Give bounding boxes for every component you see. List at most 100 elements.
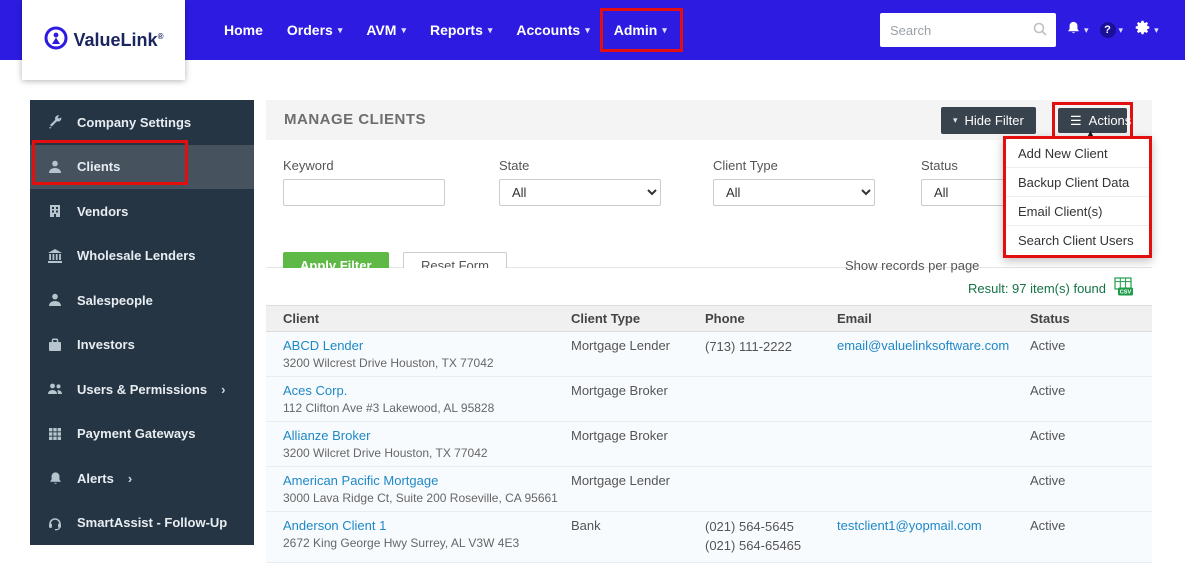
nav-home[interactable]: Home <box>212 0 275 60</box>
actions-label: Actions <box>1088 113 1132 128</box>
phone-cell: (713) 111-2222 <box>705 338 837 370</box>
help-icon: ? <box>1099 22 1116 38</box>
sidebar-item-label: Payment Gateways <box>77 426 196 442</box>
nav-orders-label: Orders <box>286 22 333 38</box>
nav-admin[interactable]: Admin ▾ <box>602 0 679 60</box>
nav-admin-label: Admin <box>613 22 658 38</box>
sidebar-item-payment-gateways[interactable]: Payment Gateways <box>30 412 254 457</box>
phone-cell <box>705 428 837 460</box>
main-nav: Home Orders ▾ AVM ▾ Reports ▾ Accounts ▾ Adm… <box>212 0 683 60</box>
sidebar-item-label: Vendors <box>77 203 129 219</box>
search-input[interactable] <box>880 13 1056 47</box>
person-icon <box>46 292 64 308</box>
users-icon <box>46 381 64 397</box>
keypad-icon <box>46 426 64 442</box>
table-row: American Pacific Mortgage 3000 Lava Ridg… <box>266 467 1152 512</box>
nav-accounts[interactable]: Accounts ▾ <box>504 0 601 60</box>
column-header-status: Status <box>1030 311 1070 326</box>
search-box <box>880 13 1056 47</box>
bell-icon <box>46 471 64 486</box>
settings-button[interactable]: ▾ <box>1134 19 1159 41</box>
client-name-link[interactable]: ABCD Lender <box>283 338 363 353</box>
client-type-cell: Bank <box>571 518 601 533</box>
brand-name: ValueLink® <box>73 29 164 50</box>
csv-export-icon[interactable]: CSV <box>1114 277 1136 301</box>
gear-icon <box>1134 19 1151 41</box>
headset-icon <box>46 515 64 531</box>
client-type-cell: Mortgage Broker <box>571 383 668 398</box>
hide-filter-button[interactable]: ▾ Hide Filter <box>941 107 1036 134</box>
client-cell: ABCD Lender 3200 Wilcrest Drive Houston,… <box>283 338 571 370</box>
client-name-link[interactable]: Aces Corp. <box>283 383 347 398</box>
hamburger-icon: ☰ <box>1070 112 1082 128</box>
nav-avm-label: AVM <box>366 22 397 38</box>
state-label: State <box>499 158 530 173</box>
brand-logo[interactable]: ValueLink® <box>22 0 185 80</box>
menu-item-backup-client-data[interactable]: Backup Client Data <box>1006 168 1149 197</box>
sidebar-item-investors[interactable]: Investors <box>30 323 254 368</box>
sidebar-item-clients[interactable]: Clients <box>30 144 254 189</box>
client-address: 3000 Lava Ridge Ct, Suite 200 Roseville,… <box>283 491 558 505</box>
building-icon <box>46 203 64 219</box>
client-cell: American Pacific Mortgage 3000 Lava Ridg… <box>283 473 571 505</box>
svg-text:CSV: CSV <box>1120 290 1132 296</box>
result-count: Result: 97 item(s) found <box>967 281 1106 296</box>
client-cell: Aces Corp. 112 Clifton Ave #3 Lakewood, … <box>283 383 571 415</box>
caret-down-icon: ▾ <box>1154 24 1159 35</box>
sidebar-item-label: Alerts <box>77 470 114 486</box>
caret-down-icon: ▾ <box>585 24 590 35</box>
result-bar: Result: 97 item(s) found CSV <box>266 268 1152 305</box>
caret-down-icon: ▾ <box>1118 24 1124 35</box>
caret-down-icon: ▾ <box>401 24 406 35</box>
table-row: Allianze Broker 3200 Wilcret Drive Houst… <box>266 422 1152 467</box>
phone-cell: (021) 564-5645 (021) 564-65465 <box>705 518 837 556</box>
status-cell: Active <box>1030 473 1066 488</box>
sidebar-item-label: Wholesale Lenders <box>77 248 196 264</box>
menu-item-search-client-users[interactable]: Search Client Users <box>1006 226 1149 255</box>
client-address: 3200 Wilcret Drive Houston, TX 77042 <box>283 446 488 460</box>
sidebar-item-label: SmartAssist - Follow-Up <box>77 515 228 531</box>
client-type-select[interactable]: All <box>713 179 875 206</box>
sidebar-item-wholesale-lenders[interactable]: Wholesale Lenders <box>30 234 254 279</box>
sidebar-item-users-permissions[interactable]: Users & Permissions › <box>30 367 254 412</box>
sidebar-item-label: Salespeople <box>77 292 153 308</box>
bell-icon <box>1066 20 1081 41</box>
chevron-right-icon: › <box>221 381 226 397</box>
sidebar-item-smartassist-follow-up[interactable]: SmartAssist - Follow-Up <box>30 501 254 546</box>
menu-item-add-new-client[interactable]: Add New Client <box>1006 139 1149 168</box>
sidebar-item-company-settings[interactable]: Company Settings <box>30 100 254 145</box>
notifications-button[interactable]: ▾ <box>1066 20 1089 41</box>
nav-home-label: Home <box>224 22 263 38</box>
sidebar-item-label: Company Settings <box>77 114 192 130</box>
table-row: Aces Corp. 112 Clifton Ave #3 Lakewood, … <box>266 377 1152 422</box>
email-cell <box>837 473 1030 505</box>
keyword-input[interactable] <box>283 179 445 206</box>
manage-clients-page: MANAGE CLIENTS ▾ Hide Filter ☰ Actions ▲… <box>266 100 1152 563</box>
client-type-cell: Mortgage Broker <box>571 428 668 443</box>
nav-avm[interactable]: AVM ▾ <box>354 0 418 60</box>
client-type-field-group: Client Type All <box>713 158 875 206</box>
email-link[interactable]: email@valuelinksoftware.com <box>837 338 1009 353</box>
sidebar-item-vendors[interactable]: Vendors <box>30 189 254 234</box>
phone-line: (021) 564-65465 <box>705 537 802 553</box>
email-link[interactable]: testclient1@yopmail.com <box>837 518 982 533</box>
nav-orders[interactable]: Orders ▾ <box>275 0 354 60</box>
page-title: MANAGE CLIENTS <box>284 111 426 128</box>
column-header-client-type: Client Type <box>571 311 641 326</box>
search-icon <box>1032 21 1048 42</box>
client-name-link[interactable]: Anderson Client 1 <box>283 518 386 533</box>
phone-cell <box>705 383 837 415</box>
help-button[interactable]: ? ▾ <box>1099 22 1124 38</box>
client-name-link[interactable]: Allianze Broker <box>283 428 370 443</box>
menu-item-email-clients[interactable]: Email Client(s) <box>1006 197 1149 226</box>
table-row: Anderson Client 1 2672 King George Hwy S… <box>266 512 1152 563</box>
page-header: MANAGE CLIENTS ▾ Hide Filter ☰ Actions ▲ <box>266 100 1152 140</box>
nav-reports[interactable]: Reports ▾ <box>418 0 504 60</box>
sidebar-item-alerts[interactable]: Alerts › <box>30 456 254 501</box>
client-name-link[interactable]: American Pacific Mortgage <box>283 473 438 488</box>
tools-icon <box>46 114 64 130</box>
state-select[interactable]: All <box>499 179 661 206</box>
email-cell: email@valuelinksoftware.com <box>837 338 1030 370</box>
sidebar-item-salespeople[interactable]: Salespeople <box>30 278 254 323</box>
caret-down-icon: ▾ <box>1084 24 1089 35</box>
